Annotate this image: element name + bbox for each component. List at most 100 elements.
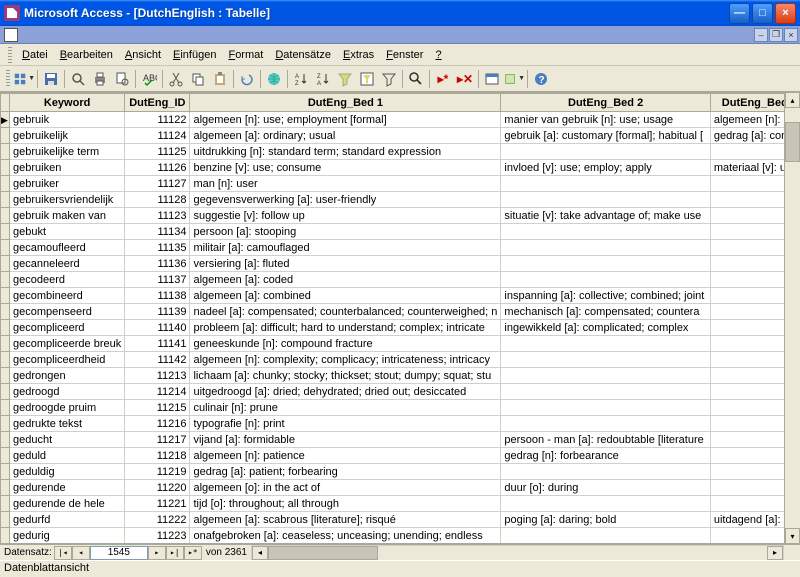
menu-grip[interactable] [8,47,12,63]
table-row[interactable]: gedurende de hele11221tijd [o]: througho… [1,496,800,512]
cell-id[interactable]: 11220 [125,480,190,496]
nav-last-button[interactable]: ▸| [166,546,184,560]
cell-bed2[interactable]: situatie [v]: take advantage of; make us… [501,208,710,224]
cell-keyword[interactable]: gedrongen [10,368,125,384]
cell-keyword[interactable]: gecombineerd [10,288,125,304]
toggle-filter-button[interactable] [378,68,400,90]
row-selector[interactable] [1,384,10,400]
cell-bed1[interactable]: algemeen [a]: coded [190,272,501,288]
table-row[interactable]: gedurende11220algemeen [o]: in the act o… [1,480,800,496]
row-selector[interactable] [1,336,10,352]
nav-record-input[interactable] [90,546,148,560]
cell-bed1[interactable]: versiering [a]: fluted [190,256,501,272]
row-selector[interactable] [1,224,10,240]
row-selector[interactable] [1,256,10,272]
filter-form-button[interactable] [356,68,378,90]
cell-bed1[interactable]: benzine [v]: use; consume [190,160,501,176]
row-selector[interactable] [1,160,10,176]
mdi-restore-button[interactable]: ❐ [769,28,783,42]
cell-id[interactable]: 11215 [125,400,190,416]
cell-keyword[interactable]: gedroogde pruim [10,400,125,416]
cell-keyword[interactable]: gedrukte tekst [10,416,125,432]
table-row[interactable]: geduldig11219gedrag [a]: patient; forbea… [1,464,800,480]
table-row[interactable]: gecompenseerd11139nadeel [a]: compensate… [1,304,800,320]
cell-bed1[interactable]: man [n]: user [190,176,501,192]
table-row[interactable]: ▶gebruik11122algemeen [n]: use; employme… [1,112,800,128]
minimize-button[interactable]: — [729,3,750,24]
cell-bed2[interactable] [501,368,710,384]
table-row[interactable]: gebruik maken van11123suggestie [v]: fol… [1,208,800,224]
horizontal-scrollbar[interactable]: ◂ ▸ [251,545,784,561]
cell-bed2[interactable] [501,352,710,368]
cell-bed1[interactable]: tijd [o]: throughout; all through [190,496,501,512]
column-header-bed1[interactable]: DutEng_Bed 1 [190,94,501,112]
cell-keyword[interactable]: gecamoufleerd [10,240,125,256]
cell-id[interactable]: 11127 [125,176,190,192]
cell-keyword[interactable]: gebruik [10,112,125,128]
menu-fenster[interactable]: Fenster [380,47,429,63]
table-row[interactable]: gebruikersvriendelijk11128gegevensverwer… [1,192,800,208]
cell-keyword[interactable]: geduldig [10,464,125,480]
menu-bearbeiten[interactable]: Bearbeiten [54,47,119,63]
table-row[interactable]: gecanneleerd11136versiering [a]: fluted [1,256,800,272]
table-row[interactable]: geduld11218algemeen [n]: patiencegedrag … [1,448,800,464]
cell-bed1[interactable]: nadeel [a]: compensated; counterbalanced… [190,304,501,320]
row-selector[interactable] [1,496,10,512]
cell-id[interactable]: 11217 [125,432,190,448]
nav-prev-button[interactable]: ◂ [72,546,90,560]
cell-bed2[interactable] [501,384,710,400]
table-row[interactable]: gebruiker11127man [n]: user [1,176,800,192]
menu-extras[interactable]: Extras [337,47,380,63]
maximize-button[interactable]: □ [752,3,773,24]
hscroll-right-button[interactable]: ▸ [767,546,783,560]
cell-id[interactable]: 11128 [125,192,190,208]
spellcheck-button[interactable]: ABС [138,68,160,90]
cell-keyword[interactable]: gedurfd [10,512,125,528]
cell-bed1[interactable]: algemeen [n]: patience [190,448,501,464]
cell-keyword[interactable]: gecanneleerd [10,256,125,272]
cell-bed2[interactable] [501,272,710,288]
print-preview-button[interactable] [111,68,133,90]
cell-keyword[interactable]: gebruikersvriendelijk [10,192,125,208]
cell-bed1[interactable]: lichaam [a]: chunky; stocky; thickset; s… [190,368,501,384]
cell-bed1[interactable]: algemeen [a]: ordinary; usual [190,128,501,144]
cell-keyword[interactable]: gecompliceerdheid [10,352,125,368]
undo-button[interactable] [236,68,258,90]
table-row[interactable]: gedrukte tekst11216typografie [n]: print [1,416,800,432]
sort-asc-button[interactable]: AZ [290,68,312,90]
hscroll-left-button[interactable]: ◂ [252,546,268,560]
cell-id[interactable]: 11223 [125,528,190,544]
cell-keyword[interactable]: gedurig [10,528,125,544]
cell-id[interactable]: 11141 [125,336,190,352]
cell-id[interactable]: 11135 [125,240,190,256]
select-all-corner[interactable] [1,94,10,112]
row-selector[interactable] [1,432,10,448]
cell-bed1[interactable]: onafgebroken [a]: ceaseless; unceasing; … [190,528,501,544]
save-button[interactable] [40,68,62,90]
cell-bed2[interactable] [501,464,710,480]
row-selector[interactable] [1,352,10,368]
database-window-button[interactable] [481,68,503,90]
row-selector[interactable] [1,144,10,160]
cell-bed1[interactable]: militair [a]: camouflaged [190,240,501,256]
search-button[interactable] [67,68,89,90]
cell-keyword[interactable]: gebruiken [10,160,125,176]
row-selector[interactable] [1,208,10,224]
cell-keyword[interactable]: geducht [10,432,125,448]
cell-keyword[interactable]: gecodeerd [10,272,125,288]
table-row[interactable]: gecompliceerdheid11142algemeen [n]: comp… [1,352,800,368]
row-selector[interactable] [1,448,10,464]
cell-bed2[interactable] [501,256,710,272]
cell-id[interactable]: 11218 [125,448,190,464]
cell-bed2[interactable]: persoon - man [a]: redoubtable [literatu… [501,432,710,448]
cell-bed2[interactable]: manier van gebruik [n]: use; usage [501,112,710,128]
find-button[interactable] [405,68,427,90]
menu-einfügen[interactable]: Einfügen [167,47,222,63]
cell-bed2[interactable] [501,416,710,432]
cell-keyword[interactable]: gebruiker [10,176,125,192]
cell-keyword[interactable]: gebruik maken van [10,208,125,224]
cell-keyword[interactable]: gebukt [10,224,125,240]
row-selector[interactable] [1,464,10,480]
table-row[interactable]: gecodeerd11137algemeen [a]: coded [1,272,800,288]
menu-ansicht[interactable]: Ansicht [119,47,167,63]
